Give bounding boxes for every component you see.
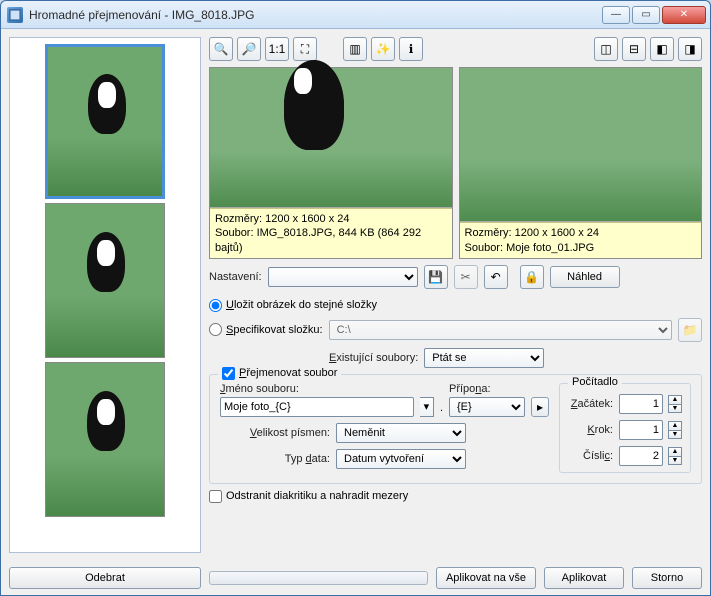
preview-toolbar: 🔍 🔎 1:1 ⛶ ▥ ✨ ℹ ◫ ⊟ ◧ ◨ [209,37,702,61]
dims-label: Rozměry: 1200 x 1600 x 24 [215,212,447,226]
case-label: Velikost písmen: [220,427,330,439]
footer: Odebrat Aplikovat na vše Aplikovat Storn… [1,561,710,595]
date-type-label: Typ data: [220,453,330,465]
ext-menu-icon[interactable]: ▸ [531,397,549,417]
counter-start-input[interactable] [619,394,663,414]
remove-button[interactable]: Odebrat [9,567,201,589]
rename-checkbox[interactable]: Přejmenovat soubor [218,367,341,380]
layout-left-icon[interactable]: ◧ [650,37,674,61]
thumbnail-item[interactable] [45,203,165,358]
info-icon[interactable]: ℹ [399,37,423,61]
file-label: Soubor: IMG_8018.JPG, 844 KB (864 292 ba… [215,226,447,255]
remove-diacritics-checkbox[interactable]: Odstranit diakritiku a nahradit mezery [209,490,702,503]
maximize-button[interactable]: ▭ [632,6,660,24]
apply-button[interactable]: Aplikovat [544,567,624,589]
existing-files-label: Existující soubory: [329,352,418,364]
dims-label: Rozměry: 1200 x 1600 x 24 [465,226,697,240]
zoom-11-icon[interactable]: 1:1 [265,37,289,61]
spin-icon[interactable]: ▲▼ [668,421,682,439]
folder-path-select[interactable]: C:\ [329,320,672,340]
layout-stacked-icon[interactable]: ⊟ [622,37,646,61]
zoom-in-icon[interactable]: 🔍 [209,37,233,61]
reset-settings-icon[interactable]: ↶ [484,265,508,289]
zoom-fit-icon[interactable]: ⛶ [293,37,317,61]
titlebar[interactable]: Hromadné přejmenování - IMG_8018.JPG — ▭… [1,1,710,29]
preview-pair: Rozměry: 1200 x 1600 x 24 Soubor: IMG_80… [209,67,702,259]
app-icon [7,7,23,23]
cancel-button[interactable]: Storno [632,567,702,589]
counter-step-input[interactable] [619,420,663,440]
lock-icon[interactable]: 🔒 [520,265,544,289]
histogram-icon[interactable]: ▥ [343,37,367,61]
layout-sidebyside-icon[interactable]: ◫ [594,37,618,61]
zoom-out-icon[interactable]: 🔎 [237,37,261,61]
radio-same-folder[interactable]: Uložit obrázek do stejné složky [209,299,702,312]
spin-icon[interactable]: ▲▼ [668,447,682,465]
settings-select[interactable] [268,267,418,287]
delete-settings-icon[interactable]: ✂ [454,265,478,289]
spin-icon[interactable]: ▲▼ [668,395,682,413]
save-settings-icon[interactable]: 💾 [424,265,448,289]
counter-step-label: Krok: [587,424,613,436]
preview-info: Rozměry: 1200 x 1600 x 24 Soubor: Moje f… [460,222,702,258]
preview-button[interactable]: Náhled [550,266,620,288]
progress-bar [209,571,428,585]
counter-start-label: Začátek: [571,398,613,410]
minimize-button[interactable]: — [602,6,630,24]
ext-label: Přípona: [449,383,549,395]
preview-image[interactable] [460,68,702,222]
counter-digits-input[interactable] [619,446,663,466]
ext-select[interactable]: {E} [449,397,525,417]
settings-row: Nastavení: 💾 ✂ ↶ 🔒 Náhled [209,265,702,289]
filename-label: Jméno souboru: [220,383,434,395]
date-type-select[interactable]: Datum vytvoření [336,449,466,469]
filename-input[interactable] [220,397,414,417]
thumbnail-list[interactable] [9,37,201,553]
rename-fieldset: Přejmenovat soubor Jméno souboru: ▾ [209,374,702,484]
thumbnail-item[interactable] [45,362,165,517]
preview-info: Rozměry: 1200 x 1600 x 24 Soubor: IMG_80… [210,208,452,258]
apply-all-button[interactable]: Aplikovat na vše [436,567,536,589]
preview-after: Rozměry: 1200 x 1600 x 24 Soubor: Moje f… [459,67,703,259]
radio-specify-folder[interactable]: Specifikovat složku: [209,323,323,336]
layout-right-icon[interactable]: ◨ [678,37,702,61]
file-label: Soubor: Moje foto_01.JPG [465,241,697,255]
browse-folder-icon[interactable]: 📁 [678,318,702,342]
settings-label: Nastavení: [209,271,262,283]
existing-files-select[interactable]: Ptát se [424,348,544,368]
case-select[interactable]: Neměnit [336,423,466,443]
window-title: Hromadné přejmenování - IMG_8018.JPG [29,8,602,22]
close-button[interactable]: ✕ [662,6,706,24]
thumbnail-item[interactable] [45,44,165,199]
new-icon[interactable]: ✨ [371,37,395,61]
counter-digits-label: Číslic: [583,450,613,462]
counter-group: Počítadlo Začátek: ▲▼ Krok: ▲▼ Čísl [559,383,691,473]
batch-rename-window: Hromadné přejmenování - IMG_8018.JPG — ▭… [0,0,711,596]
